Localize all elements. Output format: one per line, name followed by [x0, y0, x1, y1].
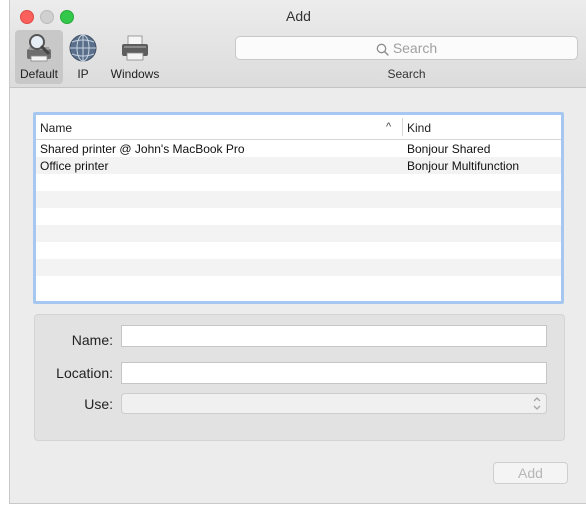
use-select[interactable] [121, 393, 547, 414]
printer-magnifier-icon [27, 34, 51, 62]
windows-printer-icon [122, 35, 148, 61]
table-row[interactable]: Shared printer @ John's MacBook Pro Bonj… [36, 140, 561, 157]
name-field[interactable] [121, 325, 547, 347]
tab-windows-label: Windows [110, 67, 160, 81]
tab-windows[interactable]: Windows [104, 30, 166, 84]
empty-row [36, 242, 561, 259]
column-divider[interactable] [402, 118, 403, 136]
name-label: Name: [71, 332, 113, 348]
printer-name: Office printer [40, 159, 109, 173]
empty-row [36, 225, 561, 242]
add-button[interactable]: Add [493, 462, 568, 484]
tab-default[interactable]: Default [15, 30, 63, 84]
use-label: Use: [84, 396, 113, 412]
empty-row [36, 276, 561, 293]
toolbar: Add Default IP Windows Search Search [10, 0, 586, 88]
printer-kind: Bonjour Shared [407, 142, 491, 156]
printer-info-panel: Name: Location: Use: [34, 314, 565, 441]
column-header-kind[interactable]: Kind [407, 121, 431, 135]
list-header: Name ^ Kind [36, 115, 561, 140]
printer-name: Shared printer @ John's MacBook Pro [40, 142, 245, 156]
search-icon [376, 43, 389, 56]
printer-list[interactable]: Name ^ Kind Shared printer @ John's MacB… [33, 112, 564, 304]
empty-row [36, 191, 561, 208]
add-printer-window: Add Default IP Windows Search Search Nam… [9, 0, 586, 504]
sort-ascending-icon: ^ [386, 121, 392, 133]
chevron-updown-icon [533, 397, 541, 410]
list-rows: Shared printer @ John's MacBook Pro Bonj… [36, 140, 561, 293]
location-field[interactable] [121, 362, 547, 384]
tab-ip[interactable]: IP [66, 30, 100, 84]
empty-row [36, 259, 561, 276]
globe-icon [69, 34, 97, 62]
empty-row [36, 174, 561, 191]
location-label: Location: [56, 365, 113, 381]
search-caption: Search [387, 67, 426, 81]
printer-kind: Bonjour Multifunction [407, 159, 520, 173]
search-input[interactable]: Search [235, 36, 578, 60]
search-placeholder: Search [392, 40, 438, 56]
tab-default-label: Default [19, 67, 59, 81]
table-row[interactable]: Office printer Bonjour Multifunction [36, 157, 561, 174]
tab-ip-label: IP [77, 67, 89, 81]
column-header-name[interactable]: Name [40, 121, 72, 135]
window-title: Add [286, 8, 311, 24]
empty-row [36, 208, 561, 225]
